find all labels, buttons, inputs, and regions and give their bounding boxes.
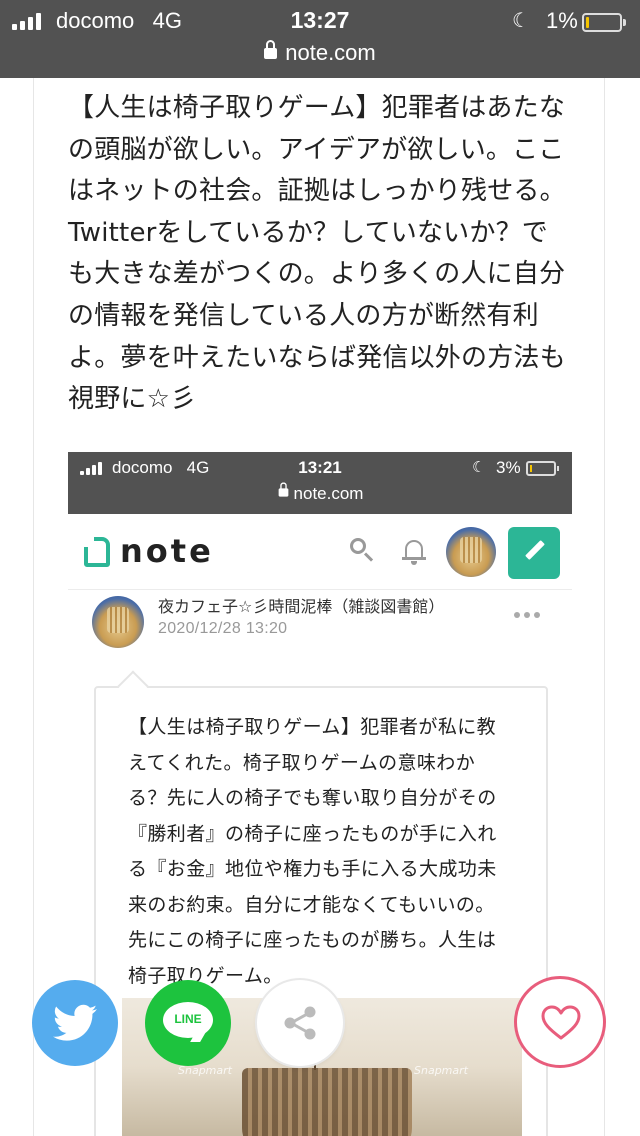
search-icon bbox=[350, 538, 374, 562]
post-line: る？先に人の椅子でも奪い取り自分がその bbox=[128, 787, 497, 809]
share-button[interactable] bbox=[257, 980, 343, 1066]
post-line: 『勝利者』の椅子に座ったものが手に入れ bbox=[128, 822, 497, 845]
url-text: note.com bbox=[293, 484, 364, 503]
note-header: note bbox=[68, 514, 572, 590]
status-bar: docomo 4G 13:27 ☾ 1% note.com bbox=[0, 0, 640, 78]
bubble-tail bbox=[117, 670, 149, 702]
post-line: 【人生は椅子取りゲーム】犯罪者が私に教 bbox=[128, 716, 497, 738]
battery-icon bbox=[582, 13, 626, 32]
article-body: 【人生は椅子取りゲーム】犯罪者はあたな の頭脳が欲しい。アイデアが欲しい。ここ … bbox=[68, 88, 578, 421]
line-icon: LINE bbox=[163, 1002, 213, 1044]
article-line: はネットの社会。証拠はしっかり残せる。 bbox=[68, 176, 566, 207]
more-icon bbox=[514, 612, 540, 618]
photo-watermark: Snapmart bbox=[414, 1064, 468, 1077]
author-avatar bbox=[92, 596, 144, 648]
author-row: 夜カフェ子☆彡時間泥棒（雑談図書館） 2020/12/28 13:20 bbox=[68, 590, 572, 670]
article-line: 【人生は椅子取りゲーム】犯罪者はあたな bbox=[68, 93, 566, 123]
article-line: の頭脳が欲しい。アイデアが欲しい。ここ bbox=[68, 134, 565, 165]
lock-icon bbox=[264, 40, 278, 61]
avatar bbox=[446, 527, 496, 577]
author-name: 夜カフェ子☆彡時間泥棒（雑談図書館） bbox=[158, 597, 445, 616]
lock-icon bbox=[278, 482, 288, 498]
photo-lamp bbox=[242, 1068, 412, 1136]
article-line: Twitterをしているか？していないか？で bbox=[68, 217, 548, 248]
url-text: note.com bbox=[285, 40, 376, 65]
post-date: 2020/12/28 13:20 bbox=[158, 620, 288, 637]
article-line: も大きな差がつくの。より多くの人に自分 bbox=[68, 259, 566, 290]
post-bubble: 【人生は椅子取りゲーム】犯罪者が私に教 えてくれた。椅子取りゲームの意味わか る… bbox=[94, 670, 548, 1136]
bell-icon bbox=[402, 538, 426, 566]
embedded-status-bar: docomo 4G 13:21 ☾ 3% note.com bbox=[68, 452, 572, 514]
post-button bbox=[508, 527, 560, 579]
battery-icon bbox=[526, 461, 559, 476]
content-border-right bbox=[604, 78, 605, 1136]
embedded-address-bar: note.com bbox=[68, 482, 572, 504]
like-button[interactable] bbox=[514, 976, 606, 1068]
note-logo-icon bbox=[84, 537, 110, 567]
twitter-share-button[interactable] bbox=[32, 980, 118, 1066]
address-bar[interactable]: note.com bbox=[0, 40, 640, 66]
post-line: 来のお約束。自分に才能なくてもいいの。 bbox=[128, 893, 495, 916]
article-line: 視野に☆彡 bbox=[68, 384, 197, 415]
battery-percent: 3% bbox=[496, 458, 521, 477]
note-logo-text: note bbox=[120, 532, 214, 570]
pencil-icon bbox=[524, 541, 546, 563]
post-body: 【人生は椅子取りゲーム】犯罪者が私に教 えてくれた。椅子取りゲームの意味わか る… bbox=[128, 710, 518, 994]
content-border-left bbox=[33, 78, 34, 1136]
battery-percent: 1% bbox=[546, 8, 578, 33]
article-line: よ。夢を叶えたいならば発信以外の方法も bbox=[68, 342, 566, 373]
article-line: の情報を発信している人の方が断然有利 bbox=[68, 300, 539, 331]
line-share-button[interactable]: LINE bbox=[145, 980, 231, 1066]
twitter-bird-icon bbox=[53, 1004, 97, 1041]
share-icon bbox=[284, 1006, 316, 1040]
do-not-disturb-icon: ☾ bbox=[472, 458, 486, 476]
post-line: 先にこの椅子に座ったものが勝ち。人生は bbox=[128, 929, 497, 951]
post-line: る『お金』地位や権力も手に入る大成功未 bbox=[128, 858, 497, 880]
do-not-disturb-icon: ☾ bbox=[512, 8, 530, 32]
post-line: えてくれた。椅子取りゲームの意味わか bbox=[128, 751, 476, 774]
heart-icon bbox=[541, 1005, 581, 1040]
clock: 13:27 bbox=[290, 7, 350, 33]
